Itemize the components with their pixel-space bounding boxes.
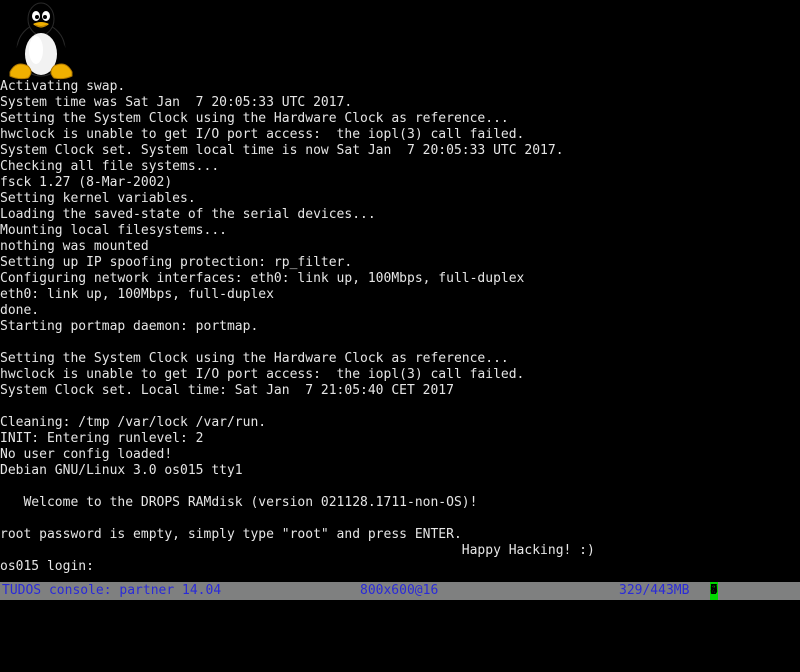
console-line: INIT: Entering runlevel: 2 (0, 431, 204, 446)
console-line: System Clock set. System local time is n… (0, 143, 564, 158)
console-line: System Clock set. Local time: Sat Jan 7 … (0, 383, 454, 398)
console-line: Loading the saved-state of the serial de… (0, 207, 376, 222)
console-line: Setting kernel variables. (0, 191, 196, 206)
memory-usage: 329/443MB (619, 583, 690, 598)
console-title: TUDOS console: partner 14.04 (2, 583, 222, 598)
status-bar: TUDOS console: partner 14.04 800x600@16 … (0, 582, 800, 600)
console-line: Welcome to the DROPS RAMdisk (version 02… (0, 495, 478, 510)
console-line: Activating swap. (0, 79, 126, 94)
console-line: done. (0, 303, 40, 318)
console-line: hwclock is unable to get I/O port access… (0, 127, 525, 142)
console-line: Starting portmap daemon: portmap. (0, 319, 259, 334)
tux-penguin-icon (6, 0, 76, 80)
console-output: Activating swap. System time was Sat Jan … (0, 79, 800, 575)
console-line: Configuring network interfaces: eth0: li… (0, 271, 525, 286)
console-line: eth0: link up, 100Mbps, full-duplex (0, 287, 274, 302)
console-line: root password is empty, simply type "roo… (0, 527, 462, 542)
console-line: nothing was mounted (0, 239, 149, 254)
console-line: Cleaning: /tmp /var/lock /var/run. (0, 415, 267, 430)
screen-resolution: 800x600@16 (360, 583, 439, 598)
console-line: Happy Hacking! :) (0, 543, 595, 558)
console-line: Setting up IP spoofing protection: rp_fi… (0, 255, 353, 270)
console-line: Debian GNU/Linux 3.0 os015 tty1 (0, 463, 243, 478)
vcon-9[interactable]: 9 (710, 582, 718, 600)
console-line: Mounting local filesystems... (0, 223, 227, 238)
console-line: Setting the System Clock using the Hardw… (0, 111, 509, 126)
console-line: Checking all file systems... (0, 159, 220, 174)
console-line: Setting the System Clock using the Hardw… (0, 351, 509, 366)
console-line: System time was Sat Jan 7 20:05:33 UTC 2… (0, 95, 353, 110)
console-line: fsck 1.27 (8-Mar-2002) (0, 175, 173, 190)
console-line: No user config loaded! (0, 447, 173, 462)
login-prompt[interactable]: os015 login: (0, 559, 800, 575)
console-line: hwclock is unable to get I/O port access… (0, 367, 525, 382)
